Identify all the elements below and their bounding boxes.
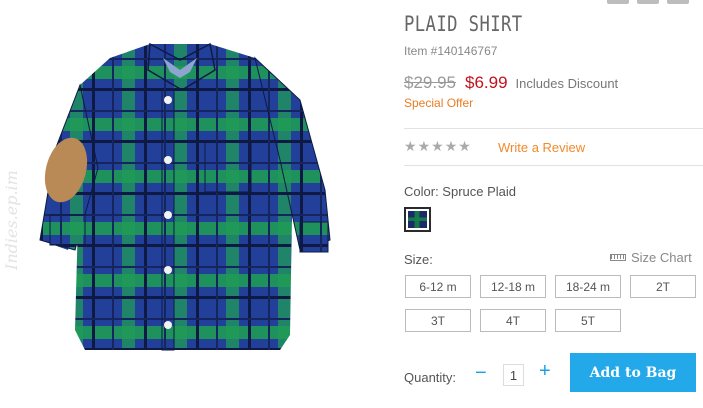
rating-stars: ★ ★ ★ ★ ★ xyxy=(404,138,471,155)
star-icon: ★ xyxy=(444,138,458,154)
star-icon: ★ xyxy=(458,138,471,154)
size-option-6-12m[interactable]: 6-12 m xyxy=(405,275,471,298)
star-icon: ★ xyxy=(417,138,431,154)
watermark-text: Indies.ep.im xyxy=(2,170,21,270)
original-price: $29.95 xyxy=(404,73,456,92)
sale-price: $6.99 xyxy=(465,73,508,92)
share-icons xyxy=(607,0,689,4)
star-icon: ★ xyxy=(404,138,417,154)
size-chart-link[interactable]: Size Chart xyxy=(610,250,692,265)
star-icon: ★ xyxy=(431,138,444,154)
quantity-increase-button[interactable]: + xyxy=(539,360,551,383)
color-swatch-spruce-plaid[interactable] xyxy=(404,207,431,232)
quantity-label: Quantity: xyxy=(404,370,457,385)
email-icon[interactable] xyxy=(637,0,659,4)
divider xyxy=(404,128,703,129)
add-to-bag-button[interactable]: Add to Bag xyxy=(570,353,696,392)
size-option-2t[interactable]: 2T xyxy=(630,275,696,298)
size-option-5t[interactable]: 5T xyxy=(555,309,621,332)
size-chart-label: Size Chart xyxy=(631,250,692,265)
item-number: Item #140146767 xyxy=(404,44,498,58)
size-option-4t[interactable]: 4T xyxy=(480,309,546,332)
special-offer-label: Special Offer xyxy=(404,96,474,110)
quantity-decrease-button[interactable]: − xyxy=(475,362,487,385)
size-option-3t[interactable]: 3T xyxy=(405,309,471,332)
divider xyxy=(404,165,703,166)
size-label: Size: xyxy=(404,252,433,267)
color-label: Color: Spruce Plaid xyxy=(404,184,516,199)
ruler-icon xyxy=(610,254,626,261)
write-review-link[interactable]: Write a Review xyxy=(498,140,585,155)
size-option-18-24m[interactable]: 18-24 m xyxy=(555,275,621,298)
product-title: PLAID SHIRT xyxy=(404,12,523,36)
swatch-pattern xyxy=(408,211,427,228)
share-icon[interactable] xyxy=(607,0,629,4)
product-image[interactable]: Indies.ep.im xyxy=(0,0,385,408)
discount-note: Includes Discount xyxy=(515,76,619,91)
size-option-12-18m[interactable]: 12-18 m xyxy=(480,275,546,298)
print-icon[interactable] xyxy=(667,0,689,4)
price-row: $29.95 $6.99 Includes Discount xyxy=(404,73,618,93)
quantity-input[interactable]: 1 xyxy=(503,364,524,386)
product-details: PLAID SHIRT Item #140146767 $29.95 $6.99… xyxy=(404,0,703,408)
plaid-shirt-image xyxy=(39,42,331,351)
